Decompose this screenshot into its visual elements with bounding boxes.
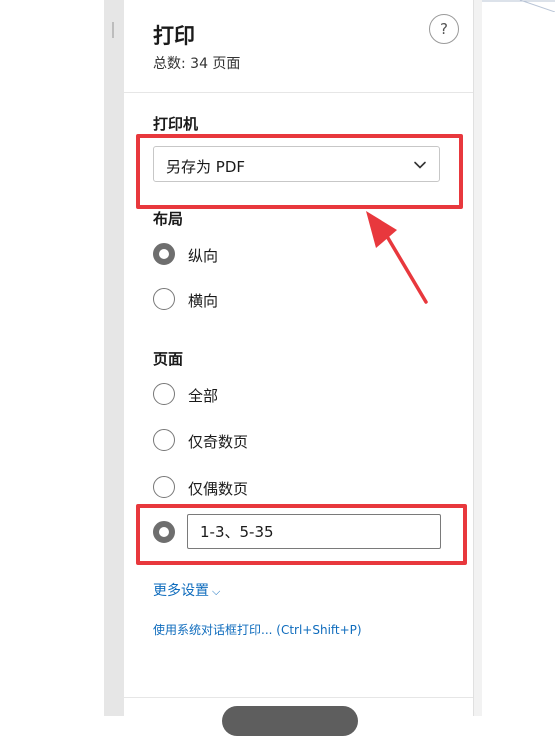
dialog-title: 打印 [153, 24, 195, 48]
pages-option-label: 仅奇数页 [188, 433, 249, 451]
radio-checked-icon[interactable] [153, 243, 175, 265]
preview-pane-edge [104, 0, 124, 716]
annotation-box-page-range [136, 504, 467, 565]
page-total: 总数: 34 页面 [153, 56, 241, 72]
chevron-down-icon: ⌵ [212, 585, 221, 598]
radio-unchecked-icon[interactable] [153, 383, 175, 405]
radio-unchecked-icon[interactable] [153, 288, 175, 310]
pane-divider-tick [112, 22, 114, 38]
help-button[interactable]: ? [429, 14, 459, 44]
layout-option-label: 横向 [188, 292, 219, 310]
footer-divider [124, 697, 473, 698]
print-header: 打印 总数: 34 页面 ? [124, 0, 473, 93]
annotation-box-printer [136, 134, 463, 209]
pages-option-label: 仅偶数页 [188, 480, 249, 498]
print-button[interactable] [222, 706, 358, 736]
more-settings-link[interactable]: 更多设置 ⌵ [153, 580, 220, 600]
pages-label: 页面 [153, 350, 184, 368]
printer-label: 打印机 [153, 115, 199, 133]
radio-unchecked-icon[interactable] [153, 476, 175, 498]
layout-label: 布局 [153, 210, 184, 228]
layout-option-label: 纵向 [188, 247, 219, 265]
radio-unchecked-icon[interactable] [153, 429, 175, 451]
panel-scrollbar-edge [473, 0, 482, 716]
pages-option-label: 全部 [188, 387, 219, 405]
system-dialog-link[interactable]: 使用系统对话框打印... (Ctrl+Shift+P) [153, 621, 362, 638]
print-settings-panel: 打印 总数: 34 页面 ? 打印机 另存为 PDF 布局 纵向 横向 页面 全… [124, 0, 473, 736]
more-settings-label: 更多设置 [153, 583, 209, 599]
